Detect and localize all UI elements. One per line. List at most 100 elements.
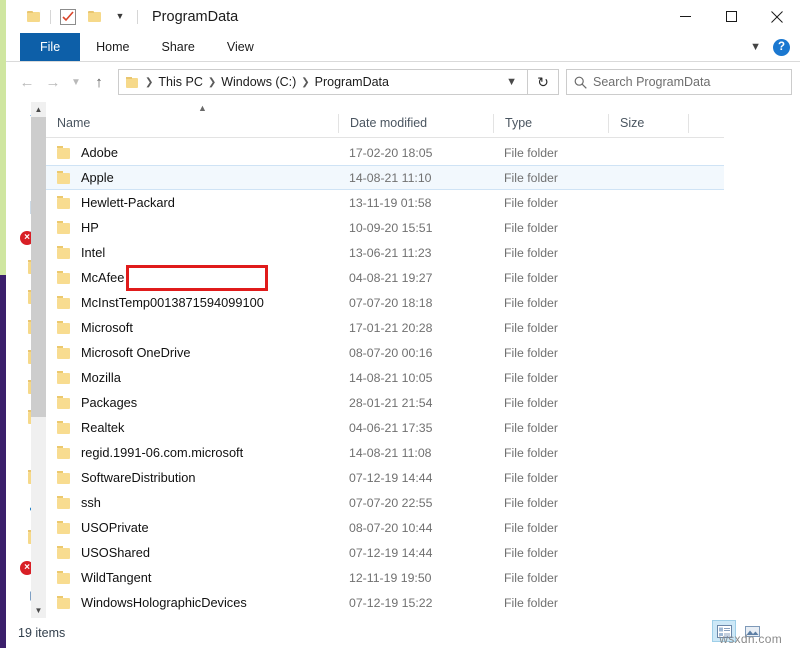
folder-icon	[57, 322, 70, 334]
folder-icon	[57, 372, 70, 384]
file-row-type: File folder	[493, 296, 608, 310]
minimize-button[interactable]	[662, 0, 708, 33]
table-row[interactable]: Apple14-08-21 11:10File folder	[46, 165, 724, 190]
table-row[interactable]: Realtek04-06-21 17:35File folder	[46, 415, 800, 440]
breadcrumb-item-windows-c[interactable]: Windows (C:)	[221, 75, 296, 89]
toolbar-divider	[50, 10, 51, 24]
table-row[interactable]: USOShared07-12-19 14:44File folder	[46, 540, 800, 565]
tab-home[interactable]: Home	[80, 33, 145, 61]
file-row-name: SoftwareDistribution	[46, 470, 338, 485]
file-row-name: Microsoft	[46, 320, 338, 335]
table-row[interactable]: Intel 13-06-21 11:23File folder	[46, 240, 800, 265]
properties-check-icon[interactable]	[55, 5, 81, 29]
table-row[interactable]: Microsoft OneDrive08-07-20 00:16File fol…	[46, 340, 800, 365]
customize-caret-icon[interactable]: ▼	[107, 5, 133, 29]
column-header-date-modified[interactable]: Date modified	[338, 114, 493, 133]
scroll-down-icon[interactable]: ▼	[31, 603, 46, 618]
title-bar: ▼ ProgramData	[6, 0, 800, 33]
folder-icon	[57, 472, 70, 484]
file-row-name: regid.1991-06.com.microsoft	[46, 445, 338, 460]
chevron-down-icon[interactable]: ▼	[746, 41, 765, 53]
breadcrumb-item-programdata[interactable]: ProgramData	[315, 75, 389, 89]
scroll-up-icon[interactable]: ▲	[31, 102, 46, 117]
file-row-type: File folder	[493, 221, 608, 235]
table-row[interactable]: WildTangent12-11-19 19:50File folder	[46, 565, 800, 590]
table-row[interactable]: SoftwareDistribution07-12-19 14:44File f…	[46, 465, 800, 490]
folder-icon	[57, 422, 70, 434]
folder-icon	[57, 522, 70, 534]
scrollbar-track[interactable]	[31, 117, 46, 603]
table-row[interactable]: Packages28-01-21 21:54File folder	[46, 390, 800, 415]
tab-file[interactable]: File	[20, 33, 80, 61]
up-arrow-icon[interactable]: ↑	[86, 69, 112, 95]
file-name-label: Realtek	[81, 420, 124, 435]
table-row[interactable]: Mozilla14-08-21 10:05File folder	[46, 365, 800, 390]
table-row[interactable]: Adobe17-02-20 18:05File folder	[46, 140, 800, 165]
file-row-type: File folder	[493, 246, 608, 260]
ribbon-right-controls: ▼ ?	[746, 33, 794, 61]
folder-icon[interactable]	[20, 5, 46, 29]
file-row-name: HP	[46, 220, 338, 235]
file-row-date: 13-06-21 11:23	[338, 246, 493, 260]
file-row-date: 14-08-21 11:10	[338, 171, 493, 185]
breadcrumb[interactable]: ❯ This PC ❯ Windows (C:) ❯ ProgramData ▼	[118, 69, 528, 95]
quick-access-toolbar: ▼	[6, 5, 142, 29]
search-input[interactable]: Search ProgramData	[566, 69, 792, 95]
file-row-type: File folder	[493, 271, 608, 285]
breadcrumb-dropdown-icon[interactable]: ▼	[500, 76, 523, 88]
column-header-size[interactable]: Size	[608, 114, 688, 133]
watermark-text: wsxdn.com	[719, 632, 782, 646]
file-row-date: 28-01-21 21:54	[338, 396, 493, 410]
folder-icon	[57, 547, 70, 559]
file-row-type: File folder	[493, 321, 608, 335]
table-row[interactable]: regid.1991-06.com.microsoft14-08-21 11:0…	[46, 440, 800, 465]
column-header-name[interactable]: Name	[46, 114, 338, 133]
column-header-type[interactable]: Type	[493, 114, 608, 133]
table-row[interactable]: WindowsHolographicDevices07-12-19 15:22F…	[46, 590, 800, 615]
breadcrumb-chevron-icon-0[interactable]: ❯	[140, 77, 158, 88]
table-row[interactable]: Microsoft17-01-21 20:28File folder	[46, 315, 800, 340]
breadcrumb-chevron-icon-2[interactable]: ❯	[296, 77, 314, 88]
file-row-type: File folder	[493, 471, 608, 485]
table-row[interactable]: ssh07-07-20 22:55File folder	[46, 490, 800, 515]
new-folder-icon[interactable]	[81, 5, 107, 29]
file-name-label: Intel	[81, 245, 105, 260]
refresh-icon[interactable]: ↻	[528, 69, 559, 95]
navigation-pane-scrollbar[interactable]: ▲ ▼	[31, 102, 46, 618]
scrollbar-thumb[interactable]	[31, 117, 46, 417]
table-row[interactable]: USOPrivate08-07-20 10:44File folder	[46, 515, 800, 540]
ribbon-tab-bar: File Home Share View ▼ ?	[6, 33, 800, 62]
table-row[interactable]: HP10-09-20 15:51File folder	[46, 215, 800, 240]
file-name-label: Adobe	[81, 145, 118, 160]
breadcrumb-item-this-pc[interactable]: This PC	[158, 75, 202, 89]
close-button[interactable]	[754, 0, 800, 33]
file-row-name: Realtek	[46, 420, 338, 435]
file-row-date: 08-07-20 10:44	[338, 521, 493, 535]
folder-icon	[57, 172, 70, 184]
file-name-label: WildTangent	[81, 570, 151, 585]
file-row-name: Mozilla	[46, 370, 338, 385]
forward-arrow-icon[interactable]: →	[40, 69, 66, 95]
back-arrow-icon[interactable]: ←	[14, 69, 40, 95]
maximize-button[interactable]	[708, 0, 754, 33]
tab-view[interactable]: View	[211, 33, 270, 61]
table-row[interactable]: Hewlett-Packard13-11-19 01:58File folder	[46, 190, 800, 215]
recent-locations-chevron-icon[interactable]: ▼	[66, 69, 86, 95]
file-name-label: SoftwareDistribution	[81, 470, 196, 485]
help-icon[interactable]: ?	[773, 39, 790, 56]
file-row-name: Microsoft OneDrive	[46, 345, 338, 360]
file-row-type: File folder	[493, 171, 608, 185]
folder-icon	[57, 222, 70, 234]
breadcrumb-chevron-icon-1[interactable]: ❯	[203, 77, 221, 88]
file-row-name: WindowsHolographicDevices	[46, 595, 338, 610]
table-row[interactable]: McInstTemp001387159409910007-07-20 18:18…	[46, 290, 800, 315]
file-row-name: Apple	[46, 170, 338, 185]
navigation-pane: ×× ▲ ▼	[6, 102, 46, 618]
file-name-label: McInstTemp0013871594099100	[81, 295, 264, 310]
table-row[interactable]: McAfee04-08-21 19:27File folder	[46, 265, 800, 290]
tab-share[interactable]: Share	[146, 33, 211, 61]
file-row-type: File folder	[493, 496, 608, 510]
file-row-type: File folder	[493, 371, 608, 385]
toolbar-divider-2	[137, 10, 138, 24]
file-row-type: File folder	[493, 146, 608, 160]
